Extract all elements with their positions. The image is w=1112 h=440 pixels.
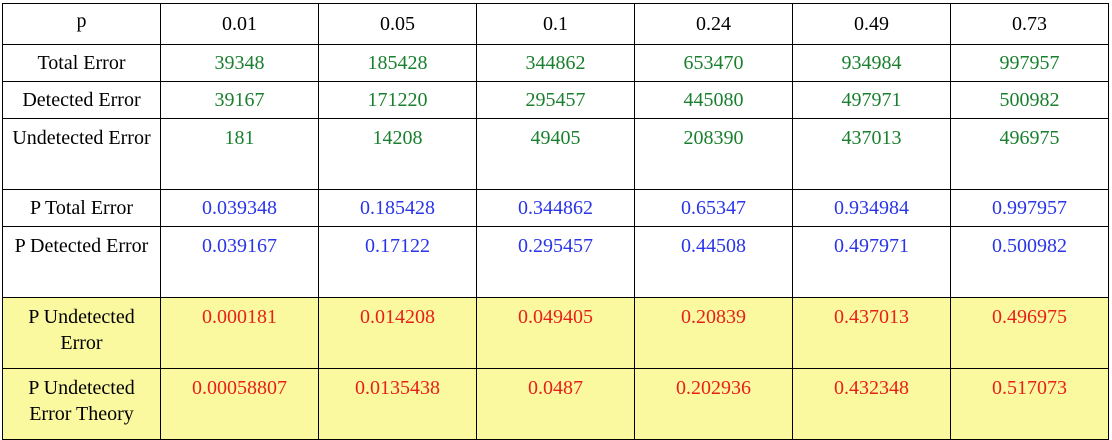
value-cell: 437013 [792,118,951,190]
value-cell: 0.44508 [634,226,793,298]
value-cell: 0.65347 [634,189,793,227]
header-p-cell: 0.24 [634,3,793,45]
header-row: p 0.01 0.05 0.1 0.24 0.49 0.73 [2,3,1109,45]
row-label-cell: Total Error [2,44,161,82]
value-cell: 0.039348 [160,189,319,227]
value-cell: 171220 [318,81,477,119]
value-cell: 0.0135438 [318,368,477,440]
value-cell: 0.049405 [476,297,635,369]
row-label-cell: P Undetected Error Theory [2,368,161,440]
value-cell: 0.497971 [792,226,951,298]
value-cell: 0.496975 [950,297,1109,369]
row-label-cell: Detected Error [2,81,161,119]
results-table: p 0.01 0.05 0.1 0.24 0.49 0.73 Total Err… [2,3,1109,440]
value-cell: 0.517073 [950,368,1109,440]
value-cell: 496975 [950,118,1109,190]
value-cell: 0.00058807 [160,368,319,440]
value-cell: 0.014208 [318,297,477,369]
value-cell: 344862 [476,44,635,82]
table-row-undetected-error: Undetected Error 181 14208 49405 208390 … [2,118,1109,190]
value-cell: 0.344862 [476,189,635,227]
row-label-cell: P Undetected Error [2,297,161,369]
value-cell: 997957 [950,44,1109,82]
header-p-cell: 0.01 [160,3,319,45]
value-cell: 39167 [160,81,319,119]
value-cell: 0.500982 [950,226,1109,298]
row-label-cell: P Detected Error [2,226,161,298]
value-cell: 497971 [792,81,951,119]
value-cell: 0.000181 [160,297,319,369]
value-cell: 185428 [318,44,477,82]
table-row-p-detected-error: P Detected Error 0.039167 0.17122 0.2954… [2,226,1109,298]
value-cell: 0.17122 [318,226,477,298]
value-cell: 39348 [160,44,319,82]
value-cell: 295457 [476,81,635,119]
header-label-cell: p [2,3,161,45]
header-p-cell: 0.73 [950,3,1109,45]
table-row-total-error: Total Error 39348 185428 344862 653470 9… [2,44,1109,82]
header-p-cell: 0.49 [792,3,951,45]
value-cell: 0.295457 [476,226,635,298]
row-label-cell: P Total Error [2,189,161,227]
row-label-cell: Undetected Error [2,118,161,190]
table-row-p-undetected-error-theory: P Undetected Error Theory 0.00058807 0.0… [2,368,1109,440]
value-cell: 934984 [792,44,951,82]
value-cell: 208390 [634,118,793,190]
value-cell: 0.0487 [476,368,635,440]
value-cell: 0.437013 [792,297,951,369]
value-cell: 0.202936 [634,368,793,440]
value-cell: 49405 [476,118,635,190]
header-p-cell: 0.1 [476,3,635,45]
value-cell: 500982 [950,81,1109,119]
value-cell: 0.432348 [792,368,951,440]
table-row-p-total-error: P Total Error 0.039348 0.185428 0.344862… [2,189,1109,227]
table-row-detected-error: Detected Error 39167 171220 295457 44508… [2,81,1109,119]
value-cell: 0.20839 [634,297,793,369]
value-cell: 14208 [318,118,477,190]
table-row-p-undetected-error: P Undetected Error 0.000181 0.014208 0.0… [2,297,1109,369]
value-cell: 181 [160,118,319,190]
value-cell: 0.997957 [950,189,1109,227]
value-cell: 0.039167 [160,226,319,298]
value-cell: 0.185428 [318,189,477,227]
value-cell: 0.934984 [792,189,951,227]
header-p-cell: 0.05 [318,3,477,45]
value-cell: 445080 [634,81,793,119]
value-cell: 653470 [634,44,793,82]
